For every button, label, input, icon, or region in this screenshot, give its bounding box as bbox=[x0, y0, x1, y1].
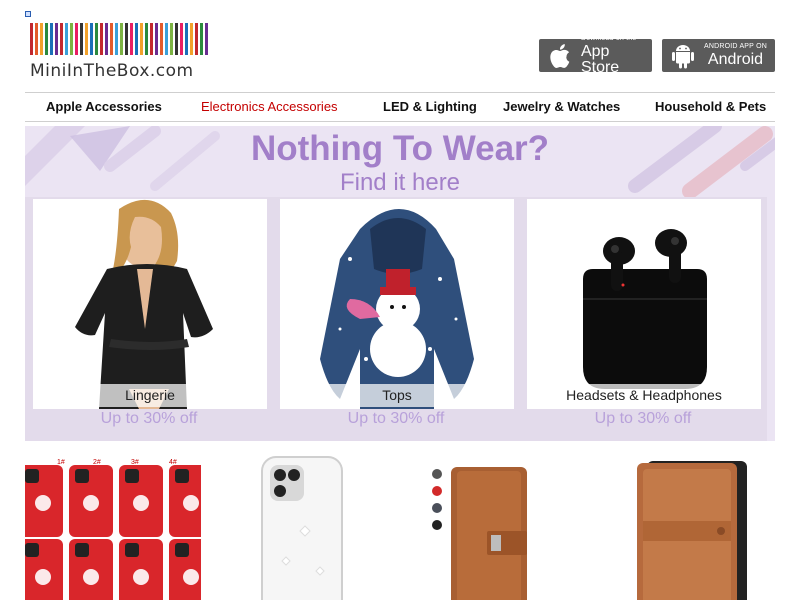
logo-bar bbox=[185, 23, 188, 55]
logo-bar bbox=[180, 23, 183, 55]
site-logo[interactable]: MiniInTheBox.com bbox=[30, 23, 215, 83]
logo-bar bbox=[150, 23, 153, 55]
logo-bar bbox=[170, 23, 173, 55]
app-store-big-text: App Store bbox=[580, 43, 620, 76]
logo-bar bbox=[120, 23, 123, 55]
product-brown-leather-flip-case[interactable] bbox=[587, 451, 763, 600]
logo-bar bbox=[110, 23, 113, 55]
color-swatches bbox=[432, 469, 444, 537]
app-store-small-text: Download on the bbox=[580, 35, 637, 42]
logo-bar bbox=[155, 23, 158, 55]
category-card-lingerie[interactable]: Lingerie Up to 30% off bbox=[25, 197, 273, 441]
headsets-image bbox=[527, 199, 761, 409]
logo-bar bbox=[165, 23, 168, 55]
logo-bar bbox=[35, 23, 38, 55]
category-label: Lingerie bbox=[33, 384, 267, 407]
logo-bar bbox=[45, 23, 48, 55]
logo-bar bbox=[205, 23, 208, 55]
nav-item-electronics-accessories[interactable]: Electronics Accessories bbox=[201, 93, 338, 121]
category-card-tops[interactable]: Tops Up to 30% off bbox=[272, 197, 520, 441]
logo-bar bbox=[50, 23, 53, 55]
case-badge: 4# bbox=[169, 459, 177, 466]
logo-bar bbox=[55, 23, 58, 55]
logo-bar bbox=[40, 23, 43, 55]
tops-image bbox=[280, 199, 514, 409]
color-swatch[interactable] bbox=[432, 503, 442, 513]
logo-bar bbox=[145, 23, 148, 55]
android-big-text: Android bbox=[707, 51, 764, 68]
nav-item-household-pets[interactable]: Household & Pets bbox=[655, 93, 766, 121]
logo-bar bbox=[160, 23, 163, 55]
discount-text: Up to 30% off bbox=[594, 410, 692, 427]
logo-bar bbox=[135, 23, 138, 55]
logo-bar bbox=[195, 23, 198, 55]
logo-bar bbox=[190, 23, 193, 55]
android-button[interactable]: ANDROID APP ON Android bbox=[662, 39, 775, 72]
product-christmas-phone-cases[interactable]: 1# 2# 3# 4# bbox=[25, 451, 201, 600]
lingerie-image bbox=[33, 199, 267, 409]
android-small-text: ANDROID APP ON bbox=[704, 43, 767, 50]
discount-text: Up to 30% off bbox=[100, 410, 198, 427]
logo-bar bbox=[200, 23, 203, 55]
category-label: Headsets & Headphones bbox=[527, 384, 761, 407]
logo-bar bbox=[60, 23, 63, 55]
category-card-headsets[interactable]: Headsets & Headphones Up to 30% off bbox=[519, 197, 767, 441]
product-brown-leather-wallet-case[interactable] bbox=[399, 451, 575, 600]
android-icon bbox=[670, 43, 696, 69]
discount-text: Up to 30% off bbox=[347, 410, 445, 427]
nav-item-jewelry-watches[interactable]: Jewelry & Watches bbox=[503, 93, 620, 121]
product-clear-phone-case[interactable] bbox=[212, 451, 388, 600]
broken-image-icon bbox=[25, 11, 31, 17]
logo-bar bbox=[70, 23, 73, 55]
color-swatch[interactable] bbox=[432, 469, 442, 479]
logo-bar bbox=[140, 23, 143, 55]
nav-item-apple-accessories[interactable]: Apple Accessories bbox=[46, 93, 162, 121]
logo-bar bbox=[130, 23, 133, 55]
category-label: Tops bbox=[280, 384, 514, 407]
case-badge: 3# bbox=[131, 459, 139, 466]
logo-bar bbox=[80, 23, 83, 55]
logo-bar bbox=[95, 23, 98, 55]
nav-item-led-lighting[interactable]: LED & Lighting bbox=[383, 93, 477, 121]
logo-bar bbox=[75, 23, 78, 55]
case-badge: 2# bbox=[93, 459, 101, 466]
logo-bar bbox=[115, 23, 118, 55]
logo-text: MiniInTheBox.com bbox=[30, 61, 194, 81]
logo-bar bbox=[125, 23, 128, 55]
color-swatch[interactable] bbox=[432, 486, 442, 496]
app-store-button[interactable]: Download on the App Store bbox=[539, 35, 652, 76]
banner-subtitle: Find it here bbox=[339, 169, 461, 196]
logo-bar bbox=[175, 23, 178, 55]
logo-bar bbox=[90, 23, 93, 55]
case-badge: 1# bbox=[57, 459, 65, 466]
category-nav: Apple Accessories Electronics Accessorie… bbox=[25, 92, 775, 122]
logo-bar bbox=[65, 23, 68, 55]
logo-bar bbox=[85, 23, 88, 55]
apple-icon bbox=[547, 43, 573, 69]
banner-title: Nothing To Wear? bbox=[250, 129, 550, 168]
logo-bar bbox=[30, 23, 33, 55]
logo-barcode-graphic bbox=[30, 23, 215, 55]
logo-bar bbox=[100, 23, 103, 55]
color-swatch[interactable] bbox=[432, 520, 442, 530]
logo-bar bbox=[105, 23, 108, 55]
